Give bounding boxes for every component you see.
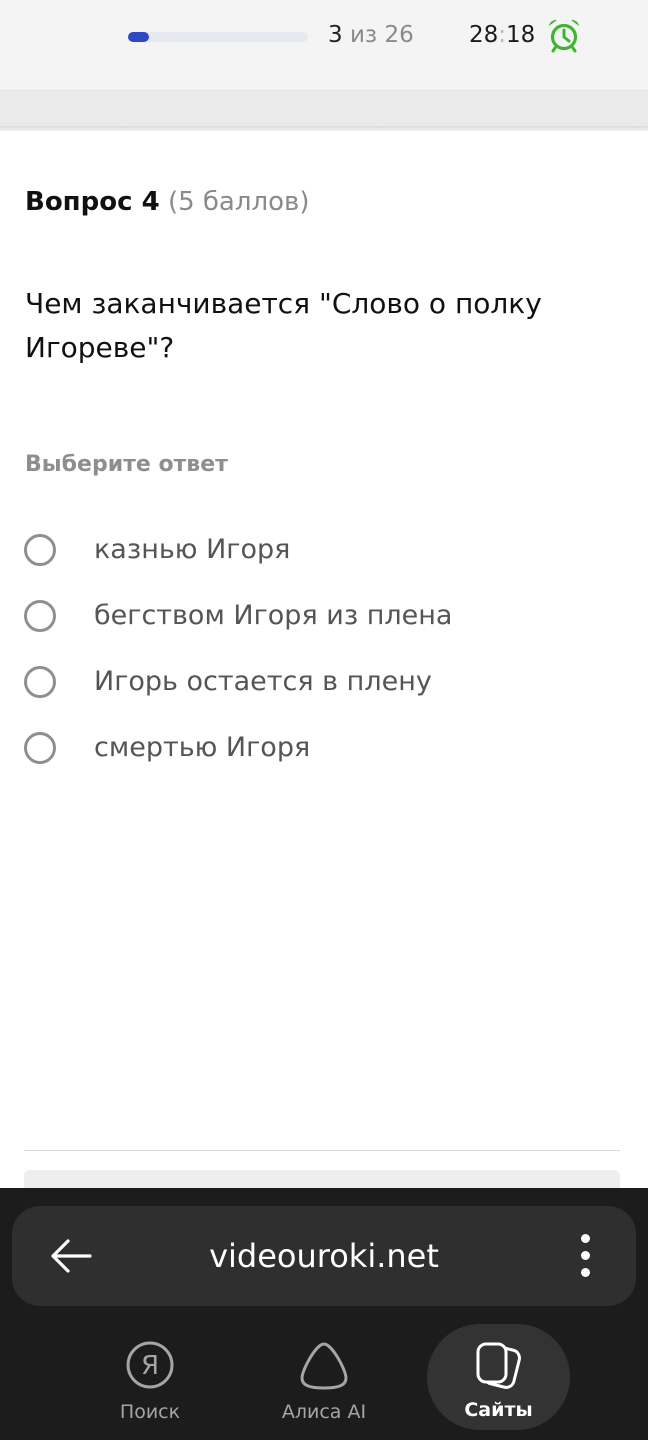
address-bar[interactable]: videouroki.net: [12, 1206, 636, 1306]
alarm-clock-icon: [549, 19, 579, 53]
header-separator-band: [0, 91, 648, 131]
progress-current: 3: [328, 22, 343, 48]
answer-option-2[interactable]: бегством Игоря из плена: [0, 584, 600, 650]
answer-label[interactable]: Игорь остается в плену: [94, 664, 432, 700]
nav-search[interactable]: Я Поиск: [80, 1328, 220, 1428]
svg-text:Я: Я: [141, 1351, 159, 1381]
answer-option-4[interactable]: смертью Игоря: [0, 716, 600, 782]
url-text[interactable]: videouroki.net: [132, 1234, 516, 1278]
answer-option-3[interactable]: Игорь остается в плену: [0, 650, 600, 716]
nav-label: Сайты: [464, 1399, 533, 1421]
progress-separator: из: [349, 22, 378, 48]
countdown-timer: 28:18: [469, 20, 535, 50]
progress-bar: [128, 32, 308, 42]
radio-button[interactable]: [24, 600, 56, 632]
tabs-icon: [476, 1342, 521, 1389]
answer-instruction: Выберите ответ: [25, 452, 228, 477]
question-text: Чем заканчивается "Слово о полку Игореве…: [25, 287, 542, 364]
progress-counter: 3 из 26: [328, 20, 414, 50]
alice-icon: [300, 1342, 348, 1390]
question-points: (5 баллов): [167, 187, 310, 217]
timer-minutes: 28: [469, 22, 499, 48]
answer-option-1[interactable]: казнью Игоря: [0, 518, 600, 584]
nav-label: Алиса AI: [281, 1401, 367, 1423]
progress-total: 26: [384, 22, 414, 48]
timer-separator: :: [498, 22, 507, 48]
arrow-left-icon[interactable]: [48, 1236, 94, 1276]
radio-button[interactable]: [24, 666, 56, 698]
nav-label: Поиск: [119, 1401, 181, 1423]
answer-label[interactable]: смертью Игоря: [94, 730, 310, 766]
nav-alice[interactable]: Алиса AI: [254, 1328, 394, 1428]
question-number: Вопрос 4: [25, 187, 160, 217]
footer-divider: [24, 1150, 620, 1151]
radio-button[interactable]: [24, 732, 56, 764]
radio-button[interactable]: [24, 534, 56, 566]
browser-toolbar: videouroki.net Я Поиск Алиса AI Сайты: [0, 1188, 648, 1440]
question-header: Вопрос 4 (5 баллов): [25, 185, 309, 219]
quiz-header: 3 из 26 28:18: [0, 0, 648, 91]
vertical-dots-icon[interactable]: [578, 1234, 590, 1278]
progress-bar-fill: [128, 32, 149, 42]
nav-sites[interactable]: Сайты: [427, 1324, 570, 1430]
yandex-search-icon: Я: [126, 1341, 174, 1389]
answer-label[interactable]: бегством Игоря из плена: [94, 598, 452, 634]
timer-seconds: 18: [506, 22, 536, 48]
answer-label[interactable]: казнью Игоря: [94, 532, 290, 568]
answer-list: казнью Игоря бегством Игоря из плена Иго…: [0, 518, 648, 782]
